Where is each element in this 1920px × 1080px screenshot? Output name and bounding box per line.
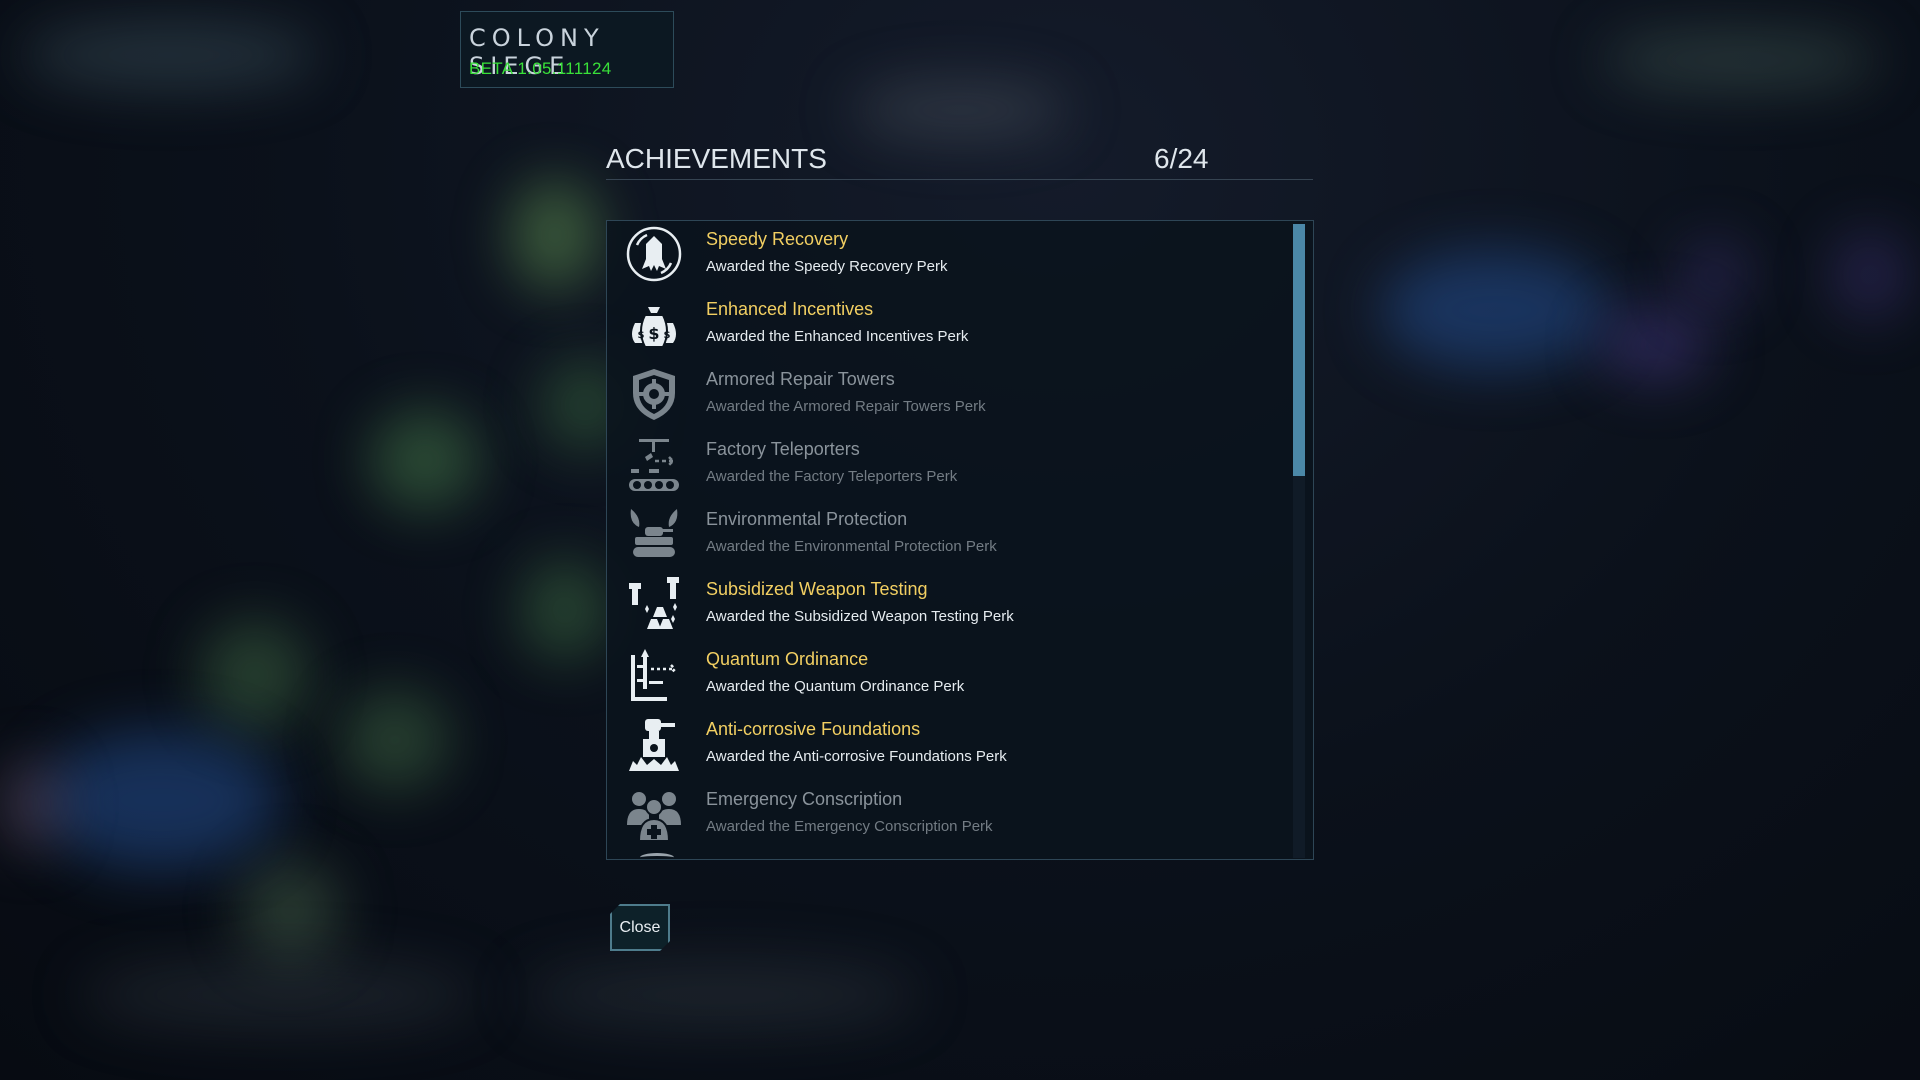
- close-button[interactable]: Close: [610, 904, 670, 951]
- turret-foundation-icon: [625, 715, 683, 773]
- achievement-desc: Awarded the Enhanced Incentives Perk: [706, 328, 969, 345]
- achievement-desc: Awarded the Subsidized Weapon Testing Pe…: [706, 608, 1014, 625]
- achievement-name: Speedy Recovery: [706, 229, 849, 249]
- achievement-name: Factory Teleporters: [706, 439, 860, 459]
- achievements-list[interactable]: Speedy Recovery Awarded the Speedy Recov…: [606, 220, 1314, 860]
- achievement-desc: Awarded the Quantum Ordinance Perk: [706, 678, 965, 695]
- achievements-header: ACHIEVEMENTS 6/24: [606, 137, 1313, 180]
- achievement-desc: Awarded the Environmental Protection Per…: [706, 538, 997, 555]
- conveyor-icon: [625, 435, 683, 493]
- svg-text:$: $: [648, 324, 659, 343]
- svg-text:$: $: [664, 330, 671, 341]
- achievement-desc: Awarded the Speedy Recovery Perk: [706, 258, 948, 275]
- achievement-name: Anti-corrosive Foundations: [706, 719, 921, 739]
- money-bags-icon: $ $ $: [625, 295, 683, 353]
- speedy-recovery-icon: [625, 225, 683, 283]
- next-achievement-icon-partial: [640, 853, 674, 862]
- shield-wrench-icon: [625, 365, 683, 423]
- achievements-scrollbar[interactable]: [1293, 224, 1305, 858]
- people-plus-icon: [625, 785, 683, 843]
- tank-leaves-icon: [625, 505, 683, 563]
- achievement-desc: Awarded the Factory Teleporters Perk: [706, 468, 958, 485]
- achievement-item: Armored Repair Towers Awarded the Armore…: [607, 361, 1287, 431]
- scrollbar-thumb[interactable]: [1293, 224, 1305, 476]
- achievement-name: Quantum Ordinance: [706, 649, 869, 669]
- game-version: BETA 1.05.111124: [469, 59, 612, 78]
- achievement-desc: Awarded the Emergency Conscription Perk: [706, 818, 993, 835]
- svg-text:$: $: [638, 330, 645, 341]
- achievement-item: Anti-corrosive Foundations Awarded the A…: [607, 711, 1287, 781]
- weapon-testing-icon: [625, 575, 683, 633]
- achievement-name: Emergency Conscription: [706, 789, 903, 809]
- achievement-item: Emergency Conscription Awarded the Emerg…: [607, 781, 1287, 851]
- achievement-item: Subsidized Weapon Testing Awarded the Su…: [607, 571, 1287, 641]
- achievement-name: Armored Repair Towers: [706, 369, 895, 389]
- achievement-item: $ $ $ Enhanced Incentives Awarded the En…: [607, 291, 1287, 361]
- achievement-item: Environmental Protection Awarded the Env…: [607, 501, 1287, 571]
- achievement-desc: Awarded the Anti-corrosive Foundations P…: [706, 748, 1007, 765]
- quantum-ordinance-icon: [625, 645, 683, 703]
- achievement-name: Enhanced Incentives: [706, 299, 874, 319]
- achievement-name: Environmental Protection: [706, 509, 908, 529]
- achievement-item: Factory Teleporters Awarded the Factory …: [607, 431, 1287, 501]
- achievement-item: Speedy Recovery Awarded the Speedy Recov…: [607, 221, 1287, 291]
- achievement-desc: Awarded the Armored Repair Towers Perk: [706, 398, 986, 415]
- achievement-name: Subsidized Weapon Testing: [706, 579, 928, 599]
- game-title-box: COLONY SIEGE BETA 1.05.111124: [460, 11, 674, 88]
- achievements-count: 6/24: [1154, 143, 1209, 174]
- achievements-title: ACHIEVEMENTS: [606, 143, 827, 174]
- achievement-item: Quantum Ordinance Awarded the Quantum Or…: [607, 641, 1287, 711]
